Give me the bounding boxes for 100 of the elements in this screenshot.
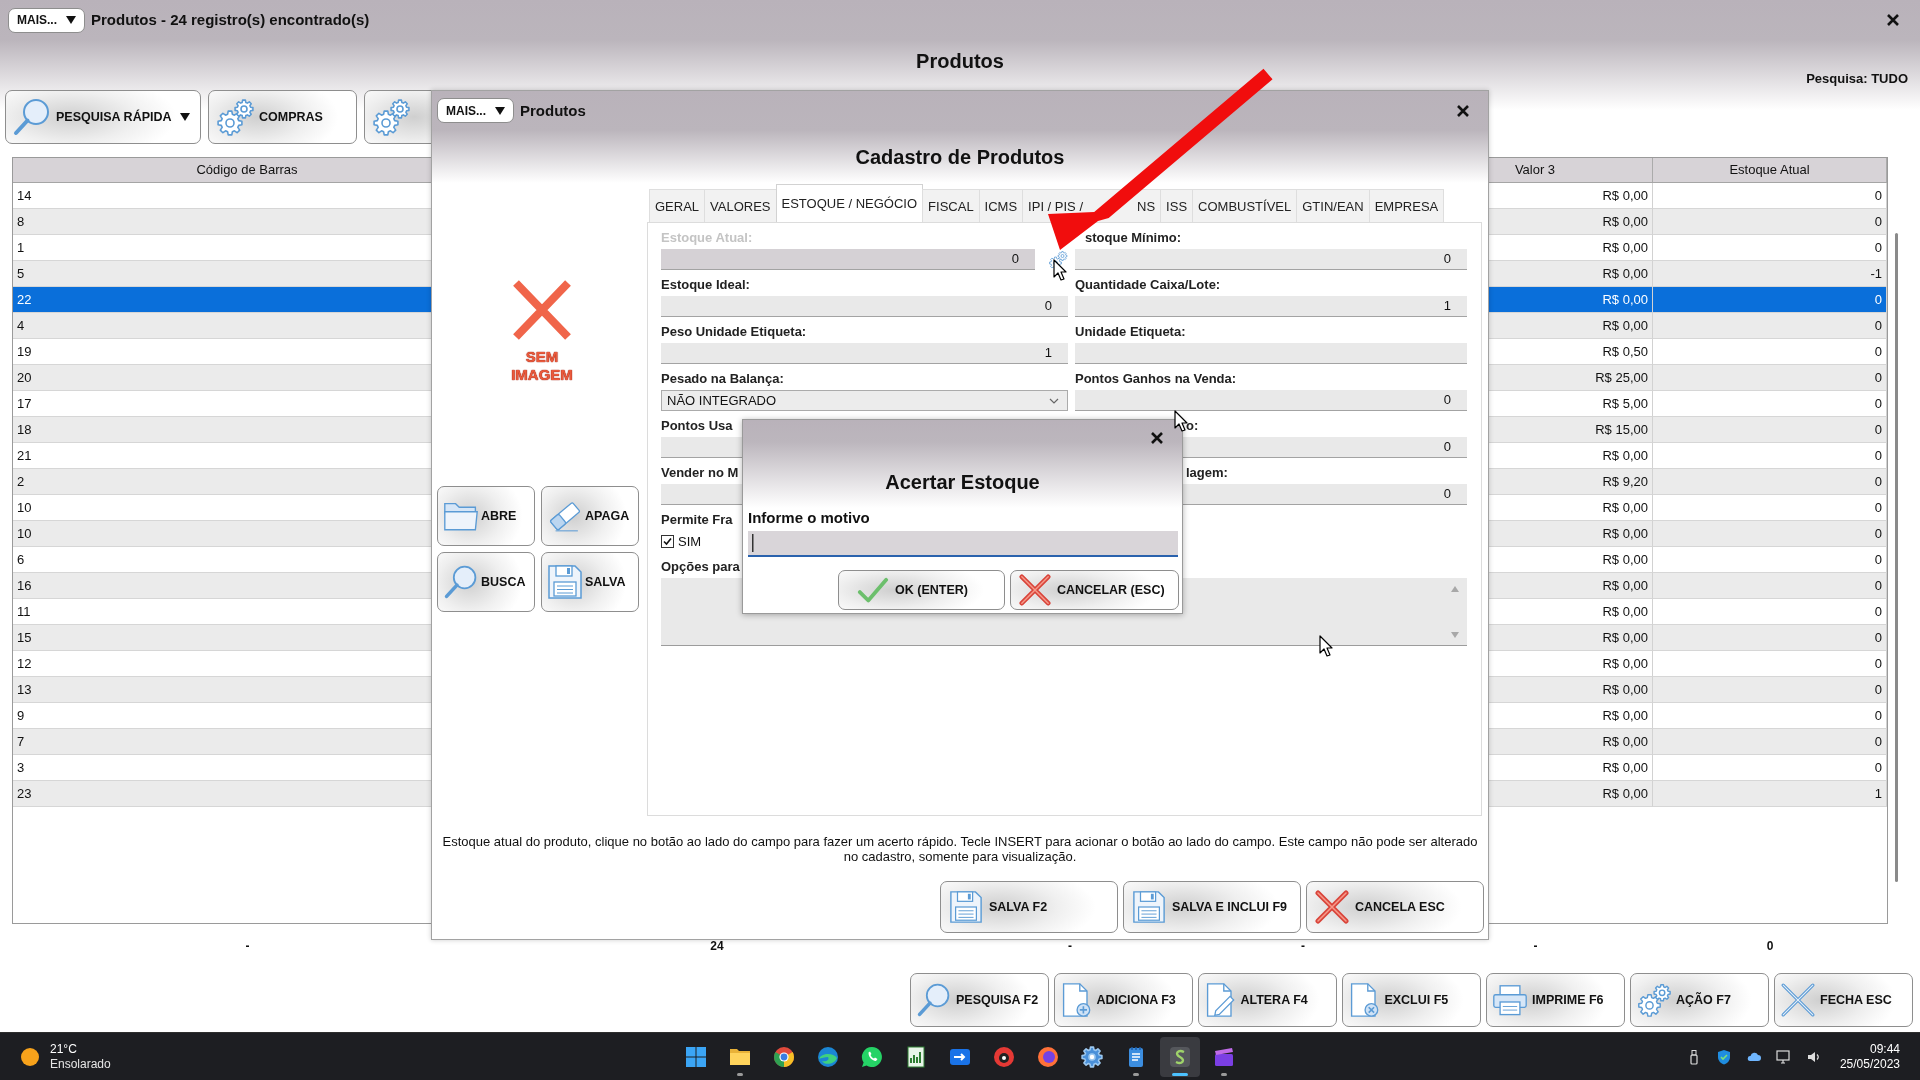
taskbar-button[interactable] [1160, 1036, 1200, 1077]
search-button[interactable]: PESQUISA F2 [910, 973, 1049, 1027]
gears-icon [371, 97, 411, 137]
purchases-button[interactable]: COMPRAS [208, 90, 357, 144]
erase-button[interactable]: APAGA [541, 486, 639, 546]
cancel-button[interactable]: CANCELAR (ESC) [1010, 570, 1179, 610]
table-cell[interactable]: 0 [1653, 651, 1887, 677]
column-header[interactable]: Código de Barras [196, 158, 298, 182]
field-label: Pontos Usa [661, 418, 733, 434]
table-cell[interactable]: 0 [1653, 313, 1887, 339]
table-cell[interactable]: 0 [1653, 677, 1887, 703]
clock-date[interactable]: 25/05/2023 [1839, 1056, 1900, 1072]
tab[interactable]: VALORES [704, 189, 777, 222]
target-circle-icon [992, 1044, 1016, 1069]
shield-icon[interactable] [1715, 1048, 1732, 1065]
table-cell[interactable]: 0 [1653, 443, 1887, 469]
close-icon[interactable] [1151, 432, 1163, 444]
field-label: Pesado na Balança: [661, 371, 784, 387]
table-cell[interactable]: 0 [1653, 235, 1887, 261]
disc-icon [1036, 1044, 1060, 1069]
tab[interactable]: EMPRESA [1368, 189, 1445, 222]
dialog-title: Produtos [520, 101, 586, 120]
scrollbar-thumb[interactable] [1895, 233, 1898, 882]
checkbox-label: SIM [678, 533, 702, 550]
tab[interactable]: ICMS [978, 189, 1024, 222]
save-image-button[interactable]: SALVA [541, 552, 639, 612]
input-field[interactable] [1075, 343, 1467, 364]
table-cell[interactable]: 0 [1653, 547, 1887, 573]
magnifier-icon [12, 97, 52, 137]
no-image-label: SEM IMAGEM [511, 348, 573, 384]
action-button[interactable]: AÇÃO F7 [1630, 973, 1769, 1027]
close-icon[interactable] [1887, 14, 1899, 26]
document-pencil-icon [1204, 982, 1237, 1018]
tab[interactable]: FISCAL [922, 189, 980, 222]
cancel-button[interactable]: CANCELA ESC [1306, 881, 1484, 933]
close-icon[interactable] [1457, 104, 1469, 117]
table-cell[interactable]: 0 [1653, 599, 1887, 625]
save-and-add-button[interactable]: SALVA E INCLUI F9 [1123, 881, 1301, 933]
more-menu-button[interactable]: MAIS... [8, 7, 85, 33]
reason-input-field[interactable] [748, 531, 1178, 557]
table-cell[interactable]: 0 [1653, 573, 1887, 599]
table-cell[interactable]: 0 [1653, 625, 1887, 651]
tab[interactable]: GTIN/EAN [1296, 189, 1370, 222]
save-button[interactable]: SALVA F2 [940, 881, 1118, 933]
input-field[interactable]: 0 [1075, 390, 1467, 411]
quick-search-button[interactable]: PESQUISA RÁPIDA [5, 90, 201, 144]
tab[interactable]: COMBUSTÍVEL [1192, 189, 1298, 222]
table-cell[interactable]: 0 [1653, 365, 1887, 391]
field-label: Informe o motivo [748, 508, 870, 528]
close-screen-button[interactable]: FECHA ESC [1774, 973, 1913, 1027]
column-header[interactable]: Estoque Atual [1729, 158, 1810, 182]
four-squares-icon [684, 1044, 708, 1069]
find-button[interactable]: BUSCA [437, 552, 535, 612]
table-cell[interactable]: 0 [1653, 183, 1887, 209]
column-header[interactable]: Valor 3 [1514, 158, 1556, 182]
field-label: Pontos Ganhos na Venda: [1075, 371, 1237, 387]
folder-icon [443, 500, 479, 532]
input-field[interactable]: 1 [1075, 296, 1467, 317]
open-button[interactable]: ABRE [437, 486, 535, 546]
add-button[interactable]: ADICIONA F3 [1054, 973, 1193, 1027]
ok-button[interactable]: OK (ENTER) [838, 570, 1005, 610]
gears-icon [215, 97, 255, 137]
table-cell[interactable]: 0 [1653, 469, 1887, 495]
delete-button[interactable]: EXCLUI F5 [1342, 973, 1481, 1027]
table-cell[interactable]: 0 [1653, 417, 1887, 443]
help-text: Estoque atual do produto, clique no botão ao lado do campo para fazer um acerto rápido. Tecle INSERT para acionar o botão ao lado do campo. Este campo não pode ser alterado no cadastro, somente para visualização. [441, 833, 1479, 866]
mouse-cursor-icon [1319, 635, 1333, 657]
field-label: stoque Mínimo: [1085, 230, 1182, 246]
table-cell[interactable]: 0 [1653, 339, 1887, 365]
table-cell[interactable]: 0 [1653, 287, 1887, 313]
table-cell[interactable]: 0 [1653, 703, 1887, 729]
field-label: Peso Unidade Etiqueta: [661, 324, 807, 340]
input-field[interactable]: 1 [661, 343, 1068, 364]
tab[interactable]: GERAL [649, 189, 706, 222]
edit-button[interactable]: ALTERA F4 [1198, 973, 1337, 1027]
tab[interactable]: ISS [1160, 189, 1194, 222]
table-cell[interactable]: 0 [1653, 209, 1887, 235]
table-cell[interactable]: 0 [1653, 755, 1887, 781]
field-label: Estoque Atual: [661, 230, 753, 246]
document-plus-icon [1060, 982, 1093, 1018]
field-label: Quantidade Caixa/Lote: [1075, 277, 1221, 293]
more-menu-button[interactable]: MAIS... [437, 98, 514, 123]
tab[interactable]: ESTOQUE / NEGÓCIO [775, 184, 924, 222]
dropdown-field[interactable]: NÃO INTEGRADO [661, 390, 1068, 411]
table-cell[interactable]: 0 [1653, 495, 1887, 521]
table-cell[interactable]: 0 [1653, 521, 1887, 547]
checkbox[interactable] [661, 535, 674, 548]
print-button[interactable]: IMPRIME F6 [1486, 973, 1625, 1027]
clock-time[interactable]: 09:44 [1869, 1041, 1900, 1057]
table-cell[interactable]: 0 [1653, 729, 1887, 755]
monitor-icon[interactable] [1775, 1048, 1792, 1065]
mouse-cursor-icon [1053, 259, 1067, 281]
sun-icon[interactable] [20, 1046, 40, 1067]
table-cell[interactable]: -1 [1653, 261, 1887, 287]
table-cell[interactable]: 1 [1653, 781, 1887, 807]
weather-condition: Ensolarado [50, 1056, 111, 1072]
input-field[interactable]: 0 [661, 296, 1068, 317]
table-cell[interactable]: 0 [1653, 391, 1887, 417]
weather-temperature: 21°C [50, 1041, 77, 1057]
input-field[interactable]: 0 [1075, 249, 1467, 270]
